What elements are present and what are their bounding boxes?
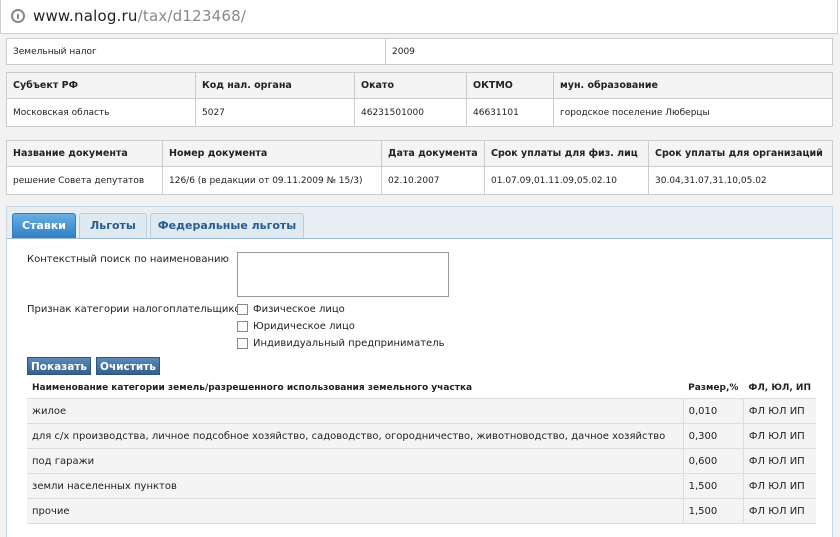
rate-category: земли населенных пунктов xyxy=(27,473,684,499)
doc-header-date: Дата документа xyxy=(381,140,485,167)
doc-header-name: Название документа xyxy=(6,140,163,167)
search-label: Контекстный поиск по наименованию xyxy=(27,254,229,265)
region-header-code: Код нал. органа xyxy=(195,72,355,99)
page-content: Земельный налог 2009 Субъект РФ Код нал.… xyxy=(0,34,840,537)
region-oktmo: 46631101 xyxy=(466,98,554,127)
doc-name: решение Совета депутатов xyxy=(6,166,163,195)
rate-payers: ФЛ ЮЛ ИП xyxy=(742,473,816,499)
checkbox-entrepreneur-box[interactable] xyxy=(237,338,248,349)
rate-value: 1,500 xyxy=(682,498,744,524)
doc-date: 02.10.2007 xyxy=(381,166,485,195)
doc-header-due-individuals: Срок уплаты для физ. лиц xyxy=(484,140,649,167)
rate-value: 1,500 xyxy=(682,473,744,499)
table-row: прочие 1,500 ФЛ ЮЛ ИП xyxy=(27,498,816,524)
region-header-municipality: мун. образование xyxy=(553,72,833,99)
rate-payers: ФЛ ЮЛ ИП xyxy=(742,423,816,449)
tab-rates[interactable]: Ставки xyxy=(12,213,76,238)
region-header-oktmo: ОКТМО xyxy=(466,72,554,99)
rates-header-category: Наименование категории земель/разрешенно… xyxy=(27,377,684,399)
region-code: 5027 xyxy=(195,98,355,127)
table-row: земли населенных пунктов 1,500 ФЛ ЮЛ ИП xyxy=(27,473,816,499)
doc-due-individuals: 01.07.09,01.11.09,05.02.10 xyxy=(484,166,649,195)
rate-category: жилое xyxy=(27,398,684,424)
region-header-okato: Окато xyxy=(354,72,467,99)
checkbox-individual-box[interactable] xyxy=(237,304,248,315)
rate-payers: ФЛ ЮЛ ИП xyxy=(742,498,816,524)
checkbox-legal-entity[interactable]: Юридическое лицо xyxy=(237,321,355,332)
table-row: жилое 0,010 ФЛ ЮЛ ИП xyxy=(27,398,816,424)
category-label: Признак категории налогоплательщиков xyxy=(27,304,247,315)
tab-benefits[interactable]: Льготы xyxy=(79,213,147,238)
search-input[interactable] xyxy=(237,252,449,297)
url-domain: www.nalog.ru xyxy=(33,7,138,25)
checkbox-entrepreneur-label: Индивидуальный предприниматель xyxy=(253,338,445,349)
rate-category: для с/х производства, личное подсобное х… xyxy=(27,423,684,449)
rates-table: Наименование категории земель/разрешенно… xyxy=(27,377,816,524)
rates-header-payers: ФЛ, ЮЛ, ИП xyxy=(743,377,816,399)
region-okato: 46231501000 xyxy=(354,98,467,127)
tab-federal-benefits[interactable]: Федеральные льготы xyxy=(150,213,304,238)
table-row: для с/х производства, личное подсобное х… xyxy=(27,423,816,449)
doc-due-organizations: 30.04,31.07,31.10,05.02 xyxy=(648,166,833,195)
checkbox-legal-entity-label: Юридическое лицо xyxy=(253,321,355,332)
rate-value: 0,600 xyxy=(682,448,744,474)
checkbox-individual[interactable]: Физическое лицо xyxy=(237,304,345,315)
rates-header-size: Размер,% xyxy=(683,377,744,399)
checkbox-entrepreneur[interactable]: Индивидуальный предприниматель xyxy=(237,338,445,349)
rate-payers: ФЛ ЮЛ ИП xyxy=(742,398,816,424)
tax-year: 2009 xyxy=(385,38,833,65)
rate-payers: ФЛ ЮЛ ИП xyxy=(742,448,816,474)
tax-name: Земельный налог xyxy=(6,38,386,65)
tab-bar: Ставки Льготы Федеральные льготы xyxy=(7,207,832,239)
region-header-subject: Субъект РФ xyxy=(6,72,196,99)
url-text[interactable]: www.nalog.ru/tax/d123468/ xyxy=(33,7,246,25)
url-path: /tax/d123468/ xyxy=(137,7,247,25)
rate-category: прочие xyxy=(27,498,684,524)
doc-header-due-organizations: Срок уплаты для организаций xyxy=(648,140,833,167)
checkbox-legal-entity-box[interactable] xyxy=(237,321,248,332)
rate-value: 0,010 xyxy=(682,398,744,424)
clear-button[interactable]: Очистить xyxy=(96,357,160,375)
page-info-icon[interactable] xyxy=(11,9,25,23)
table-row: под гаражи 0,600 ФЛ ЮЛ ИП xyxy=(27,448,816,474)
region-table: Субъект РФ Код нал. органа Окато ОКТМО м… xyxy=(6,72,833,127)
tax-table: Земельный налог 2009 xyxy=(6,38,833,65)
region-subject: Московская область xyxy=(6,98,196,127)
address-bar[interactable]: www.nalog.ru/tax/d123468/ xyxy=(0,0,838,34)
rate-category: под гаражи xyxy=(27,448,684,474)
doc-header-number: Номер документа xyxy=(162,140,382,167)
show-button[interactable]: Показать xyxy=(27,357,91,375)
checkbox-individual-label: Физическое лицо xyxy=(253,304,345,315)
rate-value: 0,300 xyxy=(682,423,744,449)
region-municipality: городское поселение Люберцы xyxy=(553,98,833,127)
tab-panel: Ставки Льготы Федеральные льготы Контекс… xyxy=(6,206,833,537)
document-table: Название документа Номер документа Дата … xyxy=(6,140,833,195)
doc-number: 126/6 (в редакции от 09.11.2009 № 15/3) xyxy=(162,166,382,195)
